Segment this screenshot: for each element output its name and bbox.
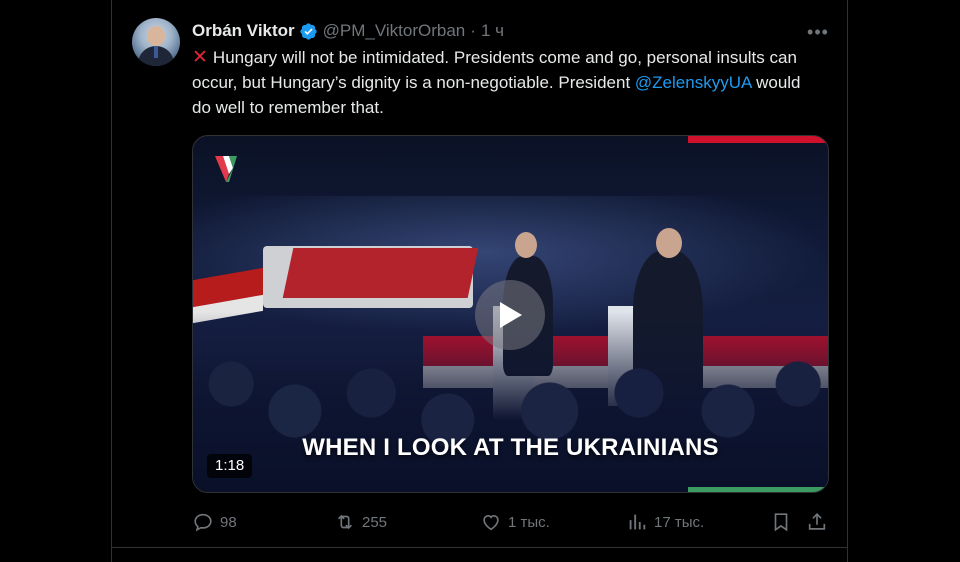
video-top-red-bar: [688, 136, 828, 143]
tweet-text: ✕ Hungary will not be intimidated. Presid…: [192, 45, 812, 120]
speaker-right-head: [656, 228, 682, 258]
video-duration: 1:18: [207, 454, 253, 478]
video-caption: WHEN I LOOK AT THE UKRAINIANS: [302, 434, 719, 461]
tweet-divider: [112, 547, 847, 548]
repost-count: 255: [362, 513, 388, 531]
author-name[interactable]: Orbán Viktor: [192, 21, 295, 41]
share-icon: [808, 513, 826, 530]
bookmark-icon: [774, 513, 788, 532]
tweet-card[interactable]: Orbán Viktor @PM_ViktorOrban · 1 ч ••• ✕…: [111, 0, 848, 562]
avatar-head: [147, 26, 165, 46]
channel-logo-icon: [215, 156, 237, 182]
views-button[interactable]: 17 тыс.: [626, 510, 704, 534]
play-button-icon[interactable]: [475, 280, 545, 350]
bookmark-button[interactable]: [770, 510, 792, 534]
reply-button[interactable]: 98: [192, 510, 237, 534]
author-handle[interactable]: @PM_ViktorOrban: [323, 21, 466, 41]
stage-banner-red: [282, 248, 479, 298]
video-bottom-green-bar: [688, 487, 828, 492]
reply-icon: [194, 513, 212, 532]
tweet-header: Orbán Viktor @PM_ViktorOrban · 1 ч: [192, 20, 504, 42]
mention-link[interactable]: @ZelenskyyUA: [635, 73, 751, 92]
views-count: 17 тыс.: [654, 513, 705, 531]
more-options-icon[interactable]: •••: [806, 20, 830, 44]
avatar[interactable]: [132, 18, 180, 66]
avatar-tie: [154, 46, 158, 58]
cross-mark-icon: ✕: [192, 47, 208, 68]
like-count: 1 тыс.: [508, 513, 550, 531]
tweet-actions: 98 255 1 тыс. 17 тыс.: [192, 510, 829, 534]
verified-badge-icon[interactable]: [299, 22, 318, 41]
repost-button[interactable]: 255: [334, 510, 387, 534]
views-chart-icon: [629, 514, 646, 530]
speaker-left-head: [515, 232, 537, 258]
tweet-timestamp[interactable]: 1 ч: [481, 21, 504, 41]
repost-icon: [337, 514, 353, 530]
header-separator: ·: [470, 21, 476, 40]
like-button[interactable]: 1 тыс.: [480, 510, 550, 534]
share-button[interactable]: [806, 510, 828, 534]
heart-icon: [483, 514, 499, 531]
video-player[interactable]: WHEN I LOOK AT THE UKRAINIANS 1:18: [192, 135, 829, 493]
reply-count: 98: [220, 513, 237, 531]
